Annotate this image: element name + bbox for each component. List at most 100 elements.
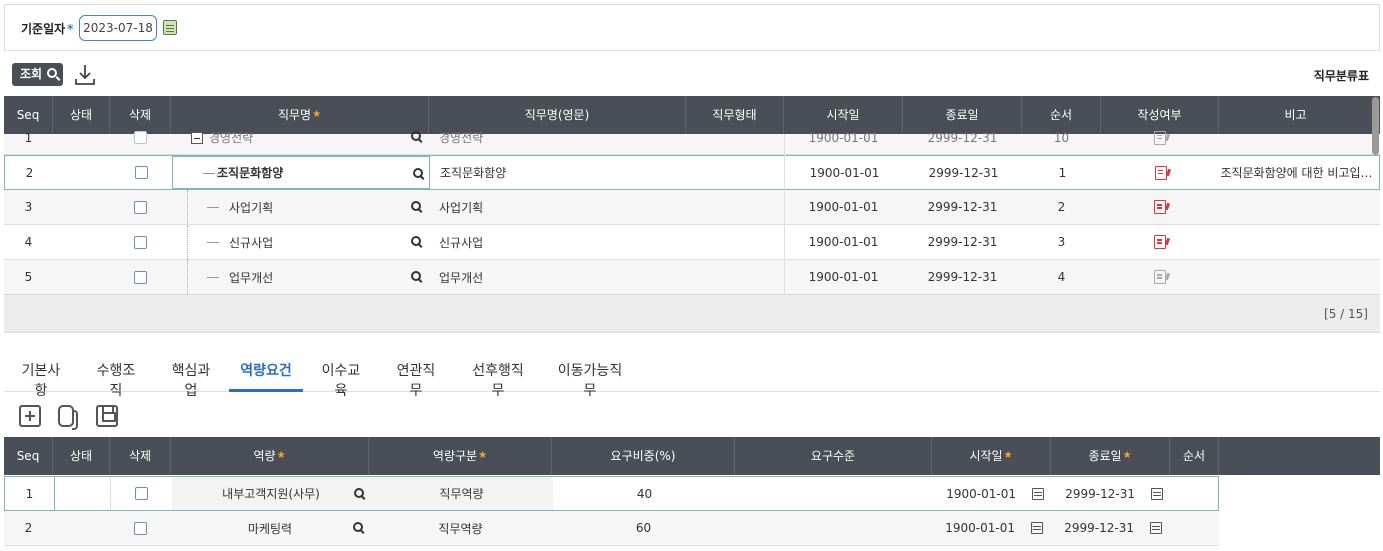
job-grid: Seq 상태 삭제 직무명★ 직무명(영문) 직무형태 시작일 종료일 순서 작… <box>4 96 1380 294</box>
col-order[interactable]: 순서 <box>1170 437 1219 475</box>
cell-job-name-en: 업무개선 <box>439 270 484 285</box>
col-status[interactable]: 상태 <box>53 96 110 134</box>
delete-checkbox[interactable] <box>134 131 147 144</box>
add-row-icon[interactable] <box>19 405 41 427</box>
col-note[interactable]: 비고 <box>1219 96 1372 134</box>
cell-note: 조직문화함양에 대한 비고입… <box>1220 166 1373 180</box>
cell-order: 3 <box>1057 235 1066 249</box>
save-icon[interactable] <box>96 405 118 427</box>
search-icon[interactable] <box>353 522 364 533</box>
col-start[interactable]: 시작일★ <box>932 437 1051 475</box>
search-button[interactable]: 조회 <box>12 63 63 86</box>
col-competency[interactable]: 역량★ <box>171 437 369 475</box>
cell-start: 1900-01-01 <box>809 165 880 180</box>
write-doc-icon[interactable] <box>1155 165 1167 180</box>
delete-checkbox[interactable] <box>134 200 147 214</box>
delete-checkbox[interactable] <box>134 270 147 284</box>
cell-written[interactable] <box>1101 260 1219 294</box>
delete-checkbox[interactable] <box>134 521 147 535</box>
cell-seq: 2 <box>25 165 34 180</box>
cell-written[interactable] <box>1101 120 1219 155</box>
cell-level[interactable] <box>735 511 932 545</box>
calendar-icon[interactable] <box>1151 487 1163 500</box>
vertical-scrollbar[interactable] <box>1372 97 1379 155</box>
cell-delete[interactable] <box>110 225 171 259</box>
cell-end[interactable]: 2999-12-31 <box>1052 477 1171 510</box>
search-icon[interactable] <box>411 271 422 282</box>
calendar-icon[interactable] <box>1032 487 1044 500</box>
cell-weight[interactable]: 60 <box>552 511 735 545</box>
cell-delete[interactable] <box>110 511 171 545</box>
cell-delete[interactable] <box>110 120 171 155</box>
cell-written[interactable] <box>1101 225 1219 259</box>
tab-core-tasks[interactable]: 핵심과업 <box>166 360 216 399</box>
cell-status[interactable] <box>54 477 111 510</box>
table-row[interactable]: 2 조직문화함양 조직문화함양 1900-01-01 2999-12-31 1 … <box>4 155 1380 190</box>
cell-delete[interactable] <box>110 260 171 294</box>
cell-seq: 1 <box>25 486 34 501</box>
search-icon[interactable] <box>411 131 422 142</box>
tab-movable-jobs[interactable]: 이동가능직무 <box>553 360 627 399</box>
col-status[interactable]: 상태 <box>53 437 110 475</box>
col-job-type[interactable]: 직무형태 <box>686 96 784 134</box>
cell-job-name[interactable]: 신규사업 <box>171 225 429 259</box>
col-category[interactable]: 역량구분★ <box>369 437 552 475</box>
detail-tabs: 기본사항 수행조직 핵심과업 역량요건 이수교육 연관직무 선후행직무 이동가능… <box>4 350 1380 399</box>
calendar-icon[interactable] <box>1031 522 1043 534</box>
cell-delete[interactable] <box>111 156 172 189</box>
cell-competency[interactable]: 내부고객지원(사무) <box>172 477 370 510</box>
tab-org[interactable]: 수행조직 <box>91 360 141 399</box>
col-weight[interactable]: 요구비중(%) <box>552 437 735 475</box>
calendar-icon[interactable] <box>163 20 177 35</box>
write-doc-icon[interactable] <box>1154 200 1166 214</box>
table-row[interactable]: 2 마케팅력 직무역량 60 1900-01-01 2999-12-31 <box>4 511 1219 546</box>
cell-written[interactable] <box>1102 156 1220 189</box>
cell-seq: 3 <box>24 200 33 214</box>
cell-competency[interactable]: 마케팅력 <box>171 511 369 545</box>
tab-predecessor-jobs[interactable]: 선후행직무 <box>466 360 530 399</box>
download-icon[interactable] <box>74 63 96 87</box>
table-row[interactable]: 4 신규사업 신규사업 1900-01-01 2999-12-31 3 <box>4 225 1380 260</box>
table-row[interactable]: 1 내부고객지원(사무) 직무역량 40 1900-01-01 2999-12-… <box>4 476 1219 511</box>
base-date-input[interactable]: 2023-07-18 <box>79 15 157 41</box>
delete-checkbox[interactable] <box>134 235 147 249</box>
col-seq[interactable]: Seq <box>4 437 53 475</box>
search-icon[interactable] <box>411 236 422 247</box>
tab-education[interactable]: 이수교육 <box>316 360 366 399</box>
write-doc-icon[interactable] <box>1154 130 1166 145</box>
table-row[interactable]: 5 업무개선 업무개선 1900-01-01 2999-12-31 4 <box>4 260 1380 294</box>
cell-job-name[interactable]: 업무개선 <box>171 260 429 294</box>
col-end[interactable]: 종료일★ <box>1051 437 1170 475</box>
cell-job-name-en: 신규사업 <box>439 235 484 250</box>
collapse-icon[interactable] <box>191 131 203 144</box>
tab-competency[interactable]: 역량요건 <box>229 360 303 392</box>
search-icon[interactable] <box>413 168 424 179</box>
table-row[interactable]: 3 사업기획 사업기획 1900-01-01 2999-12-31 2 <box>4 190 1380 225</box>
write-doc-icon[interactable] <box>1154 270 1166 284</box>
col-level[interactable]: 요구수준 <box>735 437 932 475</box>
cell-job-name[interactable]: 사업기획 <box>171 190 429 224</box>
cell-delete[interactable] <box>110 190 171 224</box>
cell-weight[interactable]: 40 <box>553 477 736 510</box>
cell-start[interactable]: 1900-01-01 <box>933 477 1052 510</box>
delete-checkbox[interactable] <box>135 166 148 179</box>
cell-job-name[interactable]: 조직문화함양 <box>172 156 430 189</box>
cell-level[interactable] <box>736 477 933 510</box>
cell-end[interactable]: 2999-12-31 <box>1051 511 1170 545</box>
copy-row-icon[interactable] <box>58 405 78 430</box>
tab-basic[interactable]: 기본사항 <box>16 360 66 399</box>
col-delete[interactable]: 삭제 <box>110 437 171 475</box>
cell-start[interactable]: 1900-01-01 <box>932 511 1051 545</box>
tab-related-jobs[interactable]: 연관직무 <box>391 360 441 399</box>
cell-job-name-en: 경영전략 <box>439 131 484 145</box>
search-icon[interactable] <box>411 201 422 212</box>
delete-checkbox[interactable] <box>135 487 148 500</box>
cell-job-name[interactable]: 경영전략 <box>171 120 429 155</box>
cell-end: 2999-12-31 <box>927 235 998 249</box>
table-row[interactable]: 1 경영전략 경영전략 1900-01-01 2999-12-31 10 <box>4 130 1380 155</box>
search-icon[interactable] <box>354 488 365 499</box>
calendar-icon[interactable] <box>1150 522 1162 534</box>
write-doc-icon[interactable] <box>1154 235 1166 249</box>
cell-delete[interactable] <box>111 477 172 510</box>
cell-written[interactable] <box>1101 190 1219 224</box>
